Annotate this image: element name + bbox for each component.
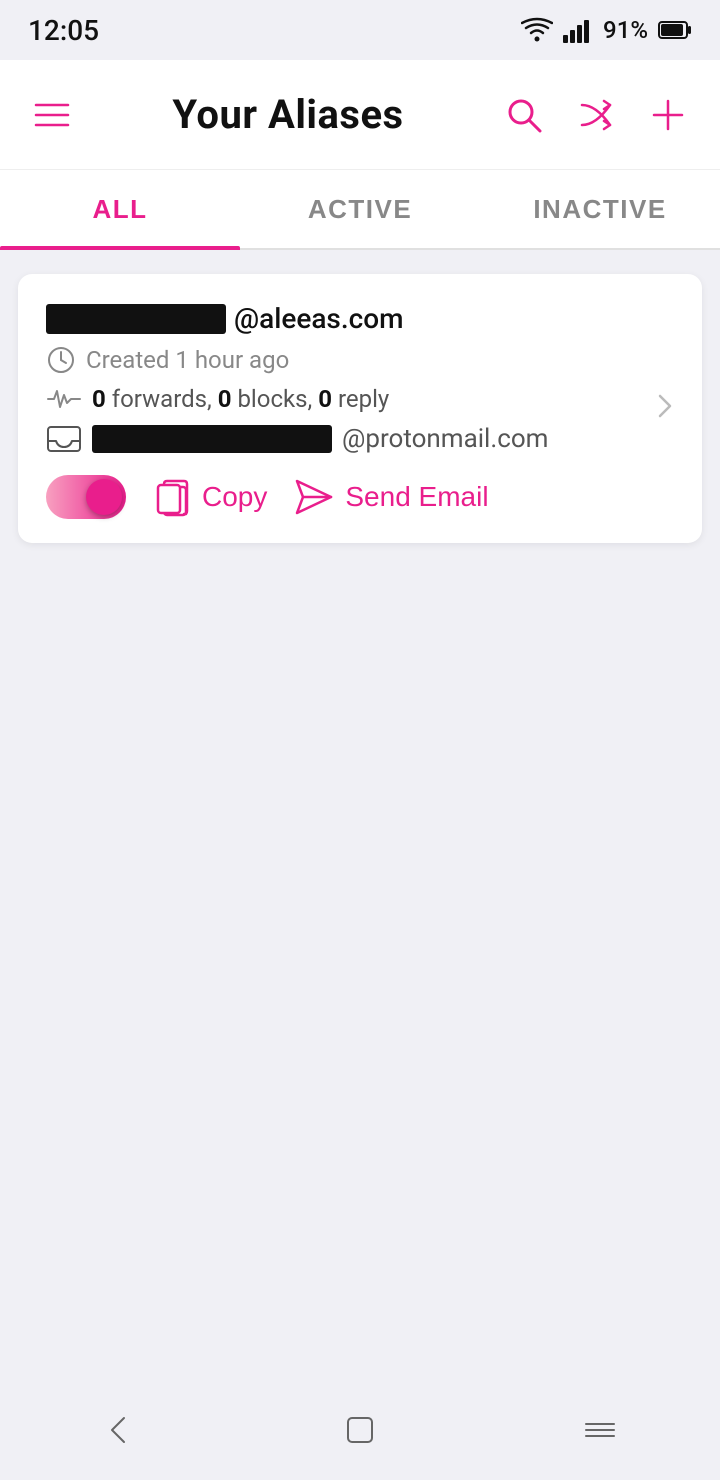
send-email-button[interactable]: Send Email <box>295 479 488 515</box>
hamburger-icon <box>30 93 74 137</box>
search-button[interactable] <box>502 93 546 137</box>
clock-icon <box>46 345 76 375</box>
alias-email-local-redacted <box>46 304 226 334</box>
home-icon <box>340 1410 380 1450</box>
battery-text: 91% <box>603 16 648 44</box>
copy-icon <box>154 477 190 517</box>
recent-apps-icon <box>580 1410 620 1450</box>
alias-created-row: Created 1 hour ago <box>46 345 674 375</box>
alias-email-domain: @aleeas.com <box>234 302 404 335</box>
copy-button[interactable]: Copy <box>154 477 267 517</box>
signal-icon <box>563 17 593 43</box>
recent-apps-button[interactable] <box>580 1410 620 1450</box>
menu-button[interactable] <box>30 93 74 137</box>
alias-recipient-local-redacted <box>92 425 332 453</box>
copy-label: Copy <box>202 481 267 513</box>
status-icons: 91% <box>521 16 692 44</box>
alias-toggle[interactable] <box>46 475 126 519</box>
toggle-track <box>46 475 126 519</box>
nav-bar <box>0 1380 720 1480</box>
tab-inactive[interactable]: INACTIVE <box>480 170 720 248</box>
back-button[interactable] <box>100 1410 140 1450</box>
tab-active[interactable]: ACTIVE <box>240 170 480 248</box>
add-icon <box>646 93 690 137</box>
alias-recipient-row: @protonmail.com <box>46 423 674 455</box>
alias-email-row: @aleeas.com <box>46 302 674 335</box>
tab-all[interactable]: ALL <box>0 170 240 248</box>
search-icon <box>502 93 546 137</box>
send-email-icon <box>295 479 333 515</box>
status-time: 12:05 <box>28 14 99 47</box>
content-area: @aleeas.com Created 1 hour ago 0 forward… <box>0 250 720 1250</box>
add-button[interactable] <box>646 93 690 137</box>
shuffle-icon <box>574 93 618 137</box>
battery-icon <box>658 19 692 41</box>
alias-stats-row: 0 forwards, 0 blocks, 0 reply <box>46 385 674 413</box>
app-bar-actions <box>502 93 690 137</box>
shuffle-button[interactable] <box>574 93 618 137</box>
toggle-thumb <box>86 479 122 515</box>
status-bar: 12:05 91% <box>0 0 720 60</box>
alias-stats-text: 0 forwards, 0 blocks, 0 reply <box>92 385 389 413</box>
home-button[interactable] <box>340 1410 380 1450</box>
alias-detail-chevron[interactable] <box>650 389 678 429</box>
activity-icon <box>46 385 82 413</box>
alias-created-text: Created 1 hour ago <box>86 346 289 374</box>
inbox-icon <box>46 423 82 455</box>
alias-actions-row: Copy Send Email <box>46 475 674 519</box>
tabs: ALL ACTIVE INACTIVE <box>0 170 720 250</box>
alias-recipient-domain: @protonmail.com <box>342 424 548 454</box>
app-bar: Your Aliases <box>0 60 720 170</box>
alias-card: @aleeas.com Created 1 hour ago 0 forward… <box>18 274 702 543</box>
page-title: Your Aliases <box>172 91 403 138</box>
wifi-icon <box>521 17 553 43</box>
send-email-label: Send Email <box>345 481 488 513</box>
back-icon <box>100 1410 140 1450</box>
